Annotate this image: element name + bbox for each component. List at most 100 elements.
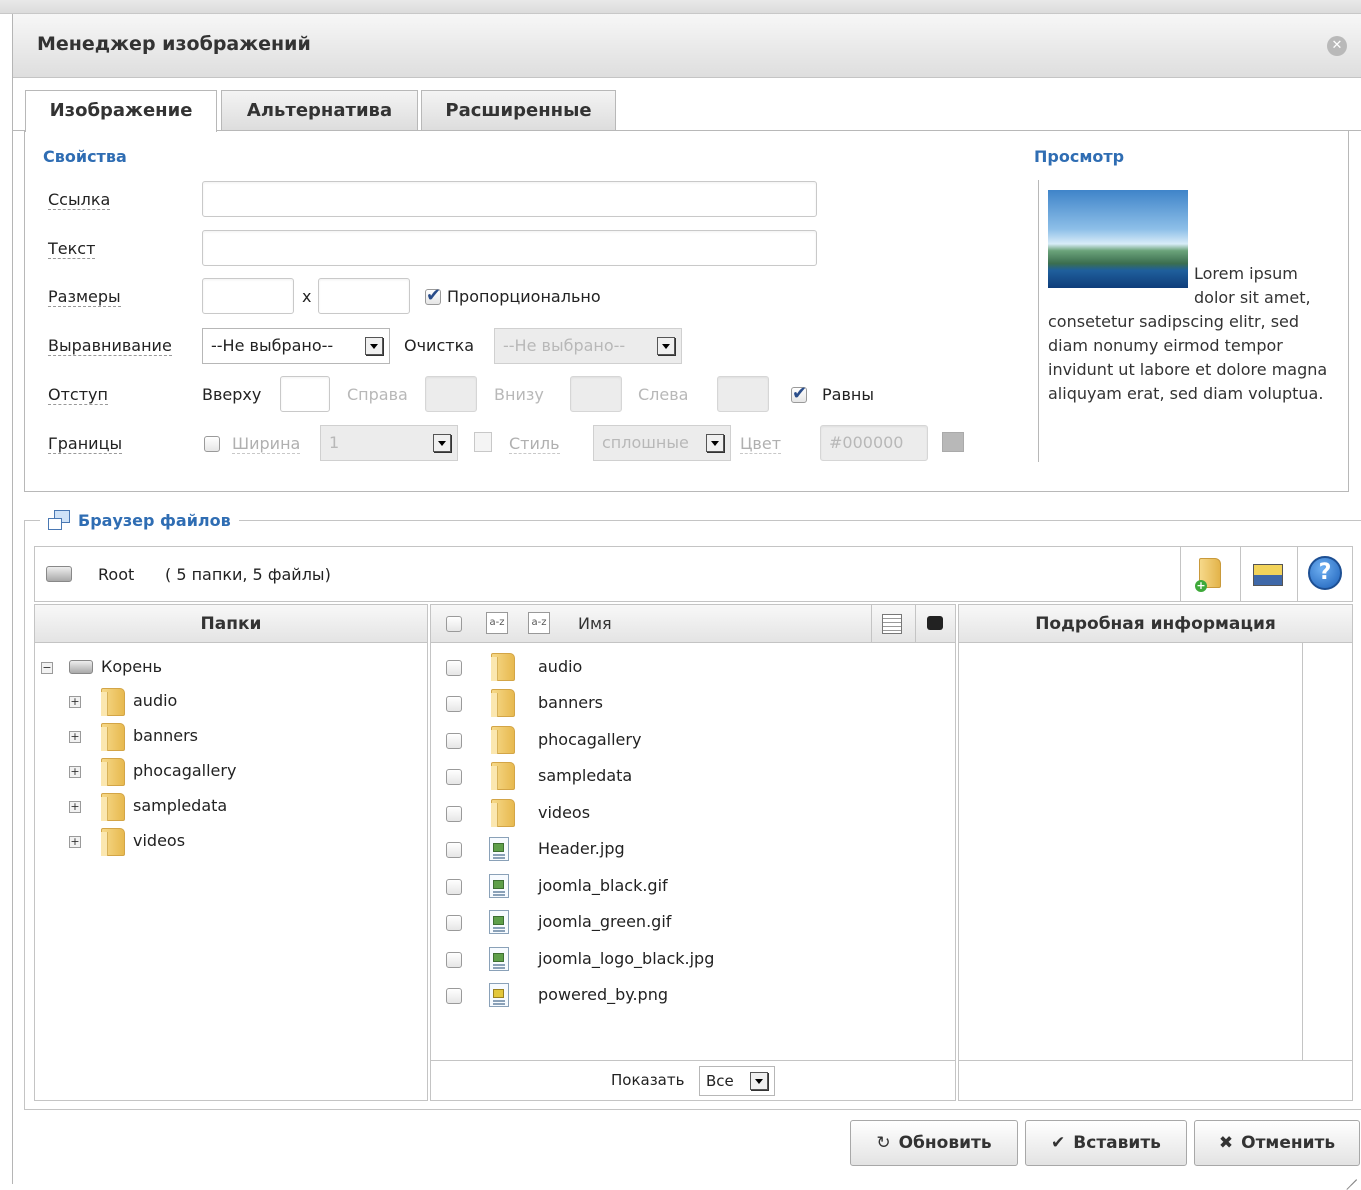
- list-item-videos[interactable]: videos: [538, 795, 590, 831]
- margin-bottom-input[interactable]: [570, 376, 622, 412]
- name-header[interactable]: Имя: [578, 605, 612, 643]
- tree-item-phocagallery[interactable]: phocagallery: [133, 756, 236, 786]
- details-column: Подробная информация: [958, 604, 1353, 1062]
- select-all-checkbox[interactable]: [446, 616, 462, 632]
- list-item-powered-by-png[interactable]: powered_by.png: [538, 977, 668, 1013]
- sort-za-icon[interactable]: a-z: [528, 612, 550, 634]
- image-file-icon: [489, 983, 509, 1007]
- files-footer: Показать Все: [430, 1060, 956, 1101]
- item-checkbox[interactable]: [446, 988, 462, 1004]
- border-color-input[interactable]: #000000: [820, 425, 928, 461]
- item-checkbox[interactable]: [446, 915, 462, 931]
- border-width-label: Ширина: [232, 434, 301, 454]
- item-checkbox[interactable]: [446, 660, 462, 676]
- size-separator: x: [302, 287, 312, 306]
- root-label[interactable]: Root: [98, 565, 134, 584]
- equal-margins-checkbox[interactable]: [791, 383, 807, 404]
- border-style-select[interactable]: сплошные: [593, 425, 731, 461]
- details-header: Подробная информация: [959, 605, 1352, 643]
- list-item-audio[interactable]: audio: [538, 649, 582, 685]
- refresh-icon: ↻: [876, 1133, 891, 1153]
- file-browser-columns: Папки − Корень + audio + banners + phoca…: [34, 604, 1353, 1101]
- tree-item-audio[interactable]: audio: [133, 686, 177, 716]
- list-item-header-jpg[interactable]: Header.jpg: [538, 831, 625, 867]
- new-folder-button[interactable]: +: [1180, 546, 1240, 602]
- list-item-joomla-logo-black-jpg[interactable]: joomla_logo_black.jpg: [538, 941, 714, 977]
- dialog-titlebar[interactable]: Менеджер изображений ✕: [13, 14, 1361, 78]
- close-icon[interactable]: ✕: [1327, 36, 1347, 56]
- list-item-phocagallery[interactable]: phocagallery: [538, 722, 641, 758]
- file-browser-title: Браузер файлов: [78, 511, 231, 530]
- color-picker-icon[interactable]: [942, 432, 964, 452]
- folder-icon: [491, 799, 515, 827]
- show-label: Показать: [611, 1071, 685, 1089]
- item-checkbox[interactable]: [446, 842, 462, 858]
- cancel-button[interactable]: ✖ Отменить: [1194, 1120, 1360, 1166]
- list-item-banners[interactable]: banners: [538, 685, 603, 721]
- resize-handle[interactable]: [1343, 1166, 1357, 1180]
- width-input[interactable]: [202, 278, 294, 314]
- image-file-icon: [489, 837, 509, 861]
- border-checkbox[interactable]: [204, 436, 220, 452]
- item-checkbox[interactable]: [446, 696, 462, 712]
- list-item-joomla-black-gif[interactable]: joomla_black.gif: [538, 868, 668, 904]
- file-browser-heading: Браузер файлов: [40, 508, 239, 534]
- item-checkbox[interactable]: [446, 806, 462, 822]
- list-view-icon: [882, 614, 902, 634]
- collapse-icon[interactable]: −: [41, 662, 53, 674]
- insert-button-label: Вставить: [1073, 1133, 1161, 1153]
- upload-button[interactable]: [1240, 546, 1297, 602]
- show-select[interactable]: Все: [699, 1066, 775, 1096]
- link-input[interactable]: [202, 181, 817, 217]
- margin-left-input[interactable]: [717, 376, 769, 412]
- tree-item-root[interactable]: Корень: [101, 652, 162, 682]
- search-button[interactable]: [915, 605, 955, 643]
- dialog-title: Менеджер изображений: [37, 33, 311, 55]
- tree-item-banners[interactable]: banners: [133, 721, 198, 751]
- folders-header: Папки: [35, 605, 427, 643]
- list-item-joomla-green-gif[interactable]: joomla_green.gif: [538, 904, 671, 940]
- help-button[interactable]: ?: [1297, 546, 1353, 602]
- expand-icon[interactable]: +: [69, 731, 81, 743]
- border-style-label: Стиль: [509, 434, 560, 454]
- chevron-down-icon: [706, 434, 724, 452]
- margin-top-input[interactable]: [280, 376, 330, 412]
- files-column: a-z a-z Имя audio banners phocagallery s…: [430, 604, 956, 1062]
- margin-right-input[interactable]: [425, 376, 477, 412]
- expand-icon[interactable]: +: [69, 696, 81, 708]
- tree-item-sampledata[interactable]: sampledata: [133, 791, 227, 821]
- item-checkbox[interactable]: [446, 733, 462, 749]
- image-file-icon: [489, 874, 509, 898]
- tab-advanced[interactable]: Расширенные: [421, 90, 616, 130]
- margin-label: Отступ: [48, 385, 108, 405]
- insert-button[interactable]: ✔ Вставить: [1025, 1120, 1187, 1166]
- margin-left-label: Слева: [638, 385, 689, 404]
- expand-icon[interactable]: +: [69, 836, 81, 848]
- properties-heading: Свойства: [43, 147, 127, 166]
- folder-icon: [491, 653, 515, 681]
- clear-select[interactable]: --Не выбрано--: [494, 328, 682, 364]
- drive-icon: [46, 566, 72, 582]
- align-select[interactable]: --Не выбрано--: [202, 328, 390, 364]
- refresh-button[interactable]: ↻ Обновить: [850, 1120, 1018, 1166]
- expand-icon[interactable]: +: [69, 801, 81, 813]
- list-item-sampledata[interactable]: sampledata: [538, 758, 632, 794]
- view-details-button[interactable]: [871, 605, 915, 643]
- align-label: Выравнивание: [48, 336, 172, 356]
- upload-icon: [1253, 564, 1283, 586]
- tree-item-videos[interactable]: videos: [133, 826, 185, 856]
- sort-az-icon[interactable]: a-z: [486, 612, 508, 634]
- proportional-checkbox[interactable]: [425, 285, 441, 306]
- item-checkbox[interactable]: [446, 879, 462, 895]
- background-page-strip: [0, 0, 1361, 14]
- tab-alternative[interactable]: Альтернатива: [221, 90, 418, 130]
- tab-image[interactable]: Изображение: [25, 90, 217, 132]
- expand-icon[interactable]: +: [69, 766, 81, 778]
- item-checkbox[interactable]: [446, 769, 462, 785]
- text-input[interactable]: [202, 230, 817, 266]
- border-width-select[interactable]: 1: [320, 425, 458, 461]
- folder-icon: [101, 758, 125, 786]
- height-input[interactable]: [318, 278, 410, 314]
- help-icon: ?: [1308, 556, 1342, 590]
- item-checkbox[interactable]: [446, 952, 462, 968]
